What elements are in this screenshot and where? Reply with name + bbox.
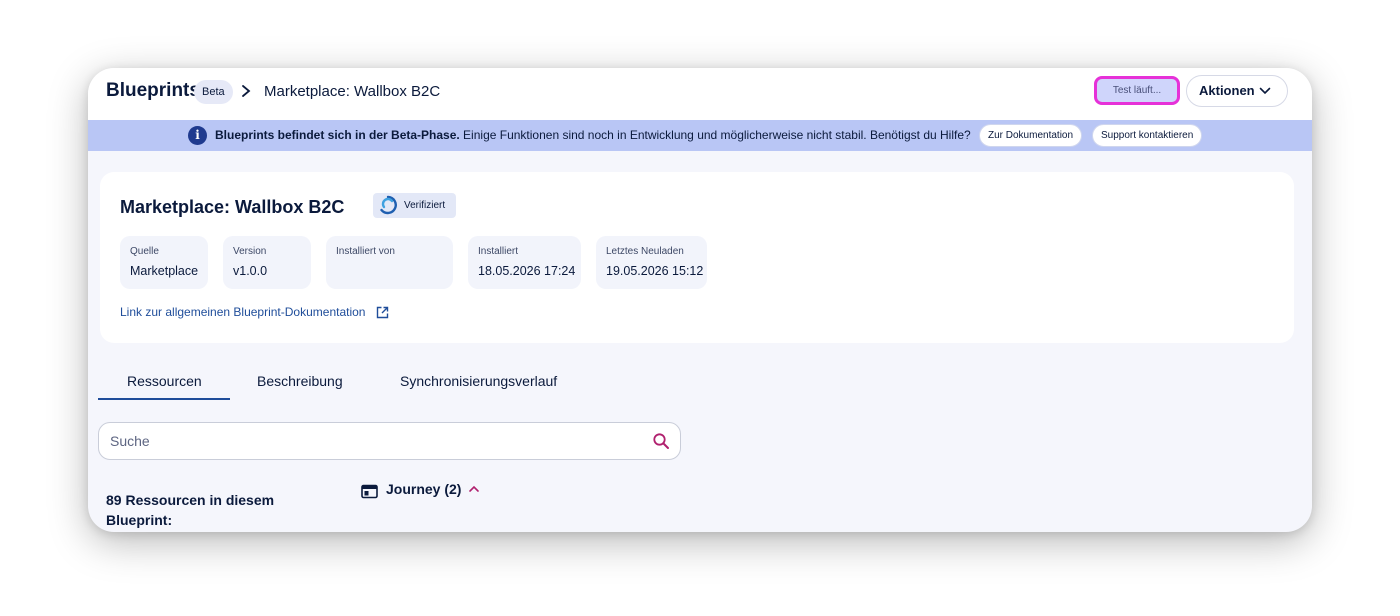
meta-label: Letztes Neuladen bbox=[606, 246, 684, 257]
blueprint-doc-link[interactable]: Link zur allgemeinen Blueprint-Dokumenta… bbox=[120, 305, 389, 319]
blueprint-info-card: Marketplace: Wallbox B2C Verifiziert Que… bbox=[100, 172, 1294, 343]
doc-link-label: Link zur allgemeinen Blueprint-Dokumenta… bbox=[120, 305, 366, 319]
meta-label: Installiert von bbox=[336, 246, 395, 257]
meta-value: v1.0.0 bbox=[233, 264, 268, 278]
meta-source: Quelle Marketplace bbox=[120, 236, 208, 289]
test-running-button[interactable]: Test läuft... bbox=[1094, 76, 1180, 105]
breadcrumb: Marketplace: Wallbox B2C bbox=[264, 83, 441, 100]
meta-label: Quelle bbox=[130, 246, 159, 257]
actions-button[interactable]: Aktionen bbox=[1186, 75, 1288, 107]
app-title[interactable]: Blueprints bbox=[106, 80, 200, 102]
blueprint-title: Marketplace: Wallbox B2C bbox=[120, 197, 345, 217]
app-window: Blueprints Beta Marketplace: Wallbox B2C… bbox=[88, 68, 1312, 532]
active-tab-indicator bbox=[98, 398, 230, 400]
meta-value: Marketplace bbox=[130, 264, 199, 278]
test-running-label: Test läuft... bbox=[1112, 85, 1162, 96]
banner-body-text: Einige Funktionen sind noch in Entwicklu… bbox=[459, 128, 971, 142]
journey-group-label: Journey (2) bbox=[386, 481, 462, 497]
beta-banner: i Blueprints befindet sich in der Beta-P… bbox=[88, 120, 1312, 151]
chevron-up-icon bbox=[469, 485, 479, 492]
search-icon[interactable] bbox=[652, 432, 670, 450]
tab-sync-history[interactable]: Synchronisierungsverlauf bbox=[400, 373, 557, 389]
meta-version: Version v1.0.0 bbox=[223, 236, 311, 289]
banner-text: Blueprints befindet sich in der Beta-Pha… bbox=[215, 128, 971, 142]
beta-badge: Beta bbox=[194, 80, 233, 104]
meta-installed: Installiert 18.05.2026 17:24 bbox=[468, 236, 581, 289]
docs-button[interactable]: Zur Dokumentation bbox=[979, 124, 1083, 147]
banner-bold-text: Blueprints befindet sich in der Beta-Pha… bbox=[215, 128, 460, 142]
actions-label: Aktionen bbox=[1199, 83, 1255, 98]
tab-resources[interactable]: Ressourcen bbox=[127, 373, 202, 389]
chevron-down-icon bbox=[1259, 87, 1271, 95]
info-icon: i bbox=[188, 126, 207, 145]
verified-logo-icon bbox=[380, 195, 397, 215]
search-input[interactable] bbox=[110, 433, 630, 449]
top-bar: Blueprints Beta Marketplace: Wallbox B2C… bbox=[88, 68, 1312, 120]
support-button[interactable]: Support kontaktieren bbox=[1092, 124, 1203, 147]
meta-installed-by: Installiert von bbox=[326, 236, 453, 289]
verified-badge: Verifiziert bbox=[373, 193, 456, 218]
search-box bbox=[98, 422, 681, 460]
tab-description[interactable]: Beschreibung bbox=[257, 373, 343, 389]
meta-value: 19.05.2026 15:12 bbox=[606, 264, 704, 278]
verified-label: Verifiziert bbox=[404, 200, 446, 211]
meta-label: Installiert bbox=[478, 246, 519, 257]
meta-last-reload: Letztes Neuladen 19.05.2026 15:12 bbox=[596, 236, 707, 289]
resource-count: 89 Ressourcen in diesem Blueprint: bbox=[106, 492, 275, 528]
external-link-icon bbox=[376, 306, 389, 319]
journey-icon bbox=[361, 484, 378, 499]
meta-value: 18.05.2026 17:24 bbox=[478, 264, 576, 278]
chevron-right-icon bbox=[242, 85, 251, 97]
meta-label: Version bbox=[233, 246, 267, 257]
